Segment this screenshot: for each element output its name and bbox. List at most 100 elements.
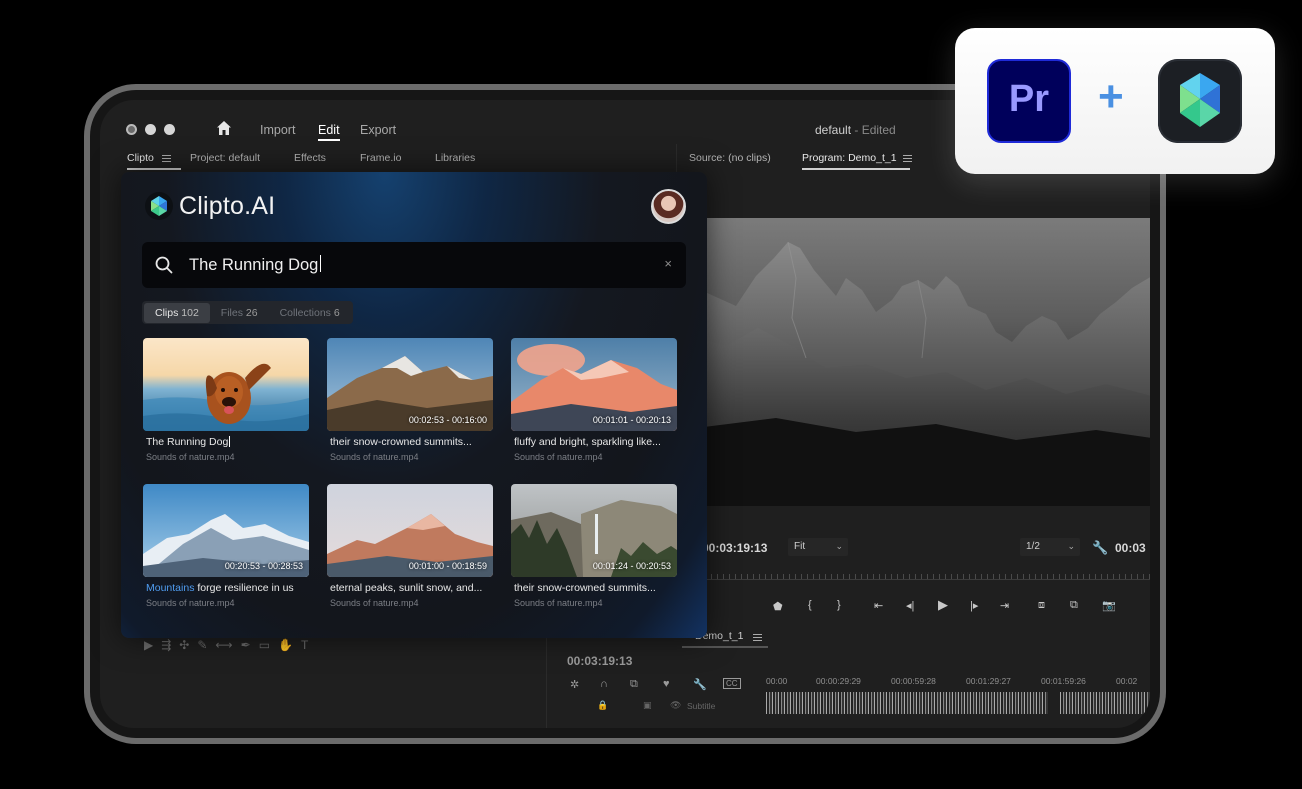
panel-menu-icon[interactable] — [162, 155, 171, 162]
clipto-panel: Clipto.AI The Running Dog × Clips 102 Fi… — [121, 172, 707, 638]
timeline-clip-audio[interactable] — [766, 692, 1048, 714]
add-marker-icon[interactable]: ⬟ — [773, 600, 783, 613]
result-source: Sounds of nature.mp4 — [514, 598, 603, 608]
clear-search-icon[interactable]: × — [664, 256, 672, 271]
minimize-window-button[interactable] — [145, 124, 156, 135]
result-thumbnail[interactable]: 00:01:01 - 00:20:13 — [511, 338, 677, 431]
nav-edit[interactable]: Edit — [318, 123, 340, 141]
result-card[interactable]: The Running Dog Sounds of nature.mp4 — [143, 338, 309, 462]
result-thumbnail[interactable] — [143, 338, 309, 431]
timeline-clip-audio[interactable] — [1060, 692, 1150, 714]
tab-clips[interactable]: Clips 102 — [144, 302, 210, 323]
go-to-in-icon[interactable]: ⇤ — [874, 599, 883, 612]
nav-import[interactable]: Import — [260, 123, 295, 137]
program-timecode[interactable]: 00:03:19:13 — [702, 541, 767, 555]
result-card[interactable]: 00:01:01 - 00:20:13 fluffy and bright, s… — [511, 338, 677, 462]
step-forward-icon[interactable]: |▸ — [970, 599, 978, 612]
play-icon[interactable]: ▶ — [938, 597, 948, 613]
insert-icon[interactable]: ⧈ — [1038, 599, 1045, 612]
tab-frameio[interactable]: Frame.io — [360, 152, 401, 164]
sequence-menu-icon[interactable] — [753, 634, 762, 641]
mark-out-icon[interactable]: } — [837, 599, 841, 611]
sync-lock-icon[interactable]: ▣ — [643, 700, 652, 711]
eye-icon[interactable]: 👁 — [670, 700, 681, 711]
linked-selection-icon[interactable]: ∩ — [600, 678, 608, 690]
clip-timestamp: 00:01:24 - 00:20:53 — [592, 561, 671, 571]
search-field[interactable]: The Running Dog × — [142, 242, 686, 288]
result-card[interactable]: 00:20:53 - 00:28:53 Mountains forge resi… — [143, 484, 309, 608]
result-source: Sounds of nature.mp4 — [146, 452, 235, 462]
program-menu-icon[interactable] — [903, 155, 912, 162]
settings-wrench-icon[interactable]: 🔧 — [693, 678, 707, 691]
close-window-button[interactable] — [126, 124, 137, 135]
program-scrubber[interactable] — [696, 568, 1150, 580]
zoom-window-button[interactable] — [164, 124, 175, 135]
go-to-out-icon[interactable]: ⇥ — [1000, 599, 1009, 612]
premiere-pro-logo-icon: Pr — [987, 59, 1071, 143]
pen-icon[interactable]: ✒ — [241, 638, 259, 652]
lock-track-icon[interactable]: 🔒 — [597, 700, 608, 711]
ruler-label: 00:00:59:28 — [891, 676, 936, 686]
dog-thumbnail-image — [143, 338, 309, 431]
marker-icon[interactable]: ♥ — [663, 678, 670, 690]
nav-export[interactable]: Export — [360, 123, 396, 137]
fit-dropdown[interactable]: Fit ⌄ — [788, 538, 848, 556]
tab-clips-label: Clips — [155, 306, 179, 319]
type-tool-icon[interactable]: T — [301, 638, 316, 652]
home-icon[interactable] — [216, 120, 232, 136]
hand-icon[interactable]: ✋ — [278, 638, 301, 652]
result-thumbnail[interactable]: 00:01:24 - 00:20:53 — [511, 484, 677, 577]
user-avatar[interactable] — [651, 189, 686, 224]
chevron-down-icon: ⌄ — [835, 541, 843, 551]
premiere-logo-text: Pr — [1008, 78, 1050, 120]
stage: Import Edit Export default - Edited Clip… — [0, 0, 1302, 789]
step-back-icon[interactable]: ◂| — [906, 599, 914, 612]
captions-button[interactable]: CC — [723, 678, 741, 689]
mark-in-icon[interactable]: { — [808, 599, 812, 611]
chevron-down-icon: ⌄ — [1067, 541, 1075, 551]
search-input[interactable]: The Running Dog — [189, 255, 321, 275]
result-title: The Running Dog — [146, 436, 309, 448]
tab-effects[interactable]: Effects — [294, 152, 326, 164]
document-name: default — [815, 123, 852, 137]
clip-timestamp: 00:20:53 - 00:28:53 — [224, 561, 303, 571]
timeline-timecode[interactable]: 00:03:19:13 — [567, 654, 632, 668]
tab-program[interactable]: Program: Demo_t_1 — [802, 152, 897, 164]
panel-divider — [676, 144, 677, 174]
result-title: eternal peaks, sunlit snow, and... — [330, 582, 483, 594]
result-card[interactable]: 00:01:00 - 00:18:59 eternal peaks, sunli… — [327, 484, 493, 608]
tab-files[interactable]: Files 26 — [210, 303, 269, 323]
slip-icon[interactable]: ⟷ — [215, 638, 240, 652]
razor-icon[interactable]: ✎ — [197, 638, 215, 652]
tab-source[interactable]: Source: (no clips) — [689, 152, 771, 164]
result-thumbnail[interactable]: 00:01:00 - 00:18:59 — [327, 484, 493, 577]
ruler-label: 00:00:29:29 — [816, 676, 861, 686]
tab-libraries[interactable]: Libraries — [435, 152, 475, 164]
snap-icon[interactable]: ✲ — [570, 678, 579, 691]
result-card[interactable]: 00:01:24 - 00:20:53 their snow-crowned s… — [511, 484, 677, 608]
result-card[interactable]: 00:02:53 - 00:16:00 their snow-crowned s… — [327, 338, 493, 462]
fit-dropdown-label: Fit — [794, 541, 806, 552]
overwrite-icon[interactable]: ⧉ — [1070, 599, 1078, 612]
result-title: their snow-crowned summits... — [514, 582, 656, 594]
track-select-icon[interactable]: ⇶ — [161, 638, 179, 652]
export-frame-icon[interactable]: 📷 — [1102, 599, 1116, 612]
result-title-text: The Running Dog — [146, 436, 229, 448]
wrench-icon[interactable]: 🔧 — [1092, 540, 1108, 556]
rectangle-icon[interactable]: ▭ — [259, 638, 278, 652]
result-source: Sounds of nature.mp4 — [146, 598, 235, 608]
tab-clipto[interactable]: Clipto — [127, 152, 154, 164]
result-thumbnail[interactable]: 00:20:53 - 00:28:53 — [143, 484, 309, 577]
resolution-dropdown[interactable]: 1/2 ⌄ — [1020, 538, 1080, 556]
clipto-logo-icon — [1180, 73, 1220, 127]
clip-timestamp: 00:01:00 - 00:18:59 — [408, 561, 487, 571]
clip-timestamp: 00:02:53 - 00:16:00 — [408, 415, 487, 425]
selection-tool-icon[interactable]: ▶ — [144, 638, 161, 652]
result-thumbnail[interactable]: 00:02:53 - 00:16:00 — [327, 338, 493, 431]
tab-collections[interactable]: Collections 6 — [269, 303, 351, 323]
ripple-edit-icon[interactable]: ✣ — [179, 638, 197, 652]
document-title: default - Edited — [815, 123, 896, 137]
sequence-nest-icon[interactable]: ⧉ — [630, 678, 638, 691]
tab-clips-count: 102 — [181, 306, 199, 319]
tab-project[interactable]: Project: default — [190, 152, 260, 164]
